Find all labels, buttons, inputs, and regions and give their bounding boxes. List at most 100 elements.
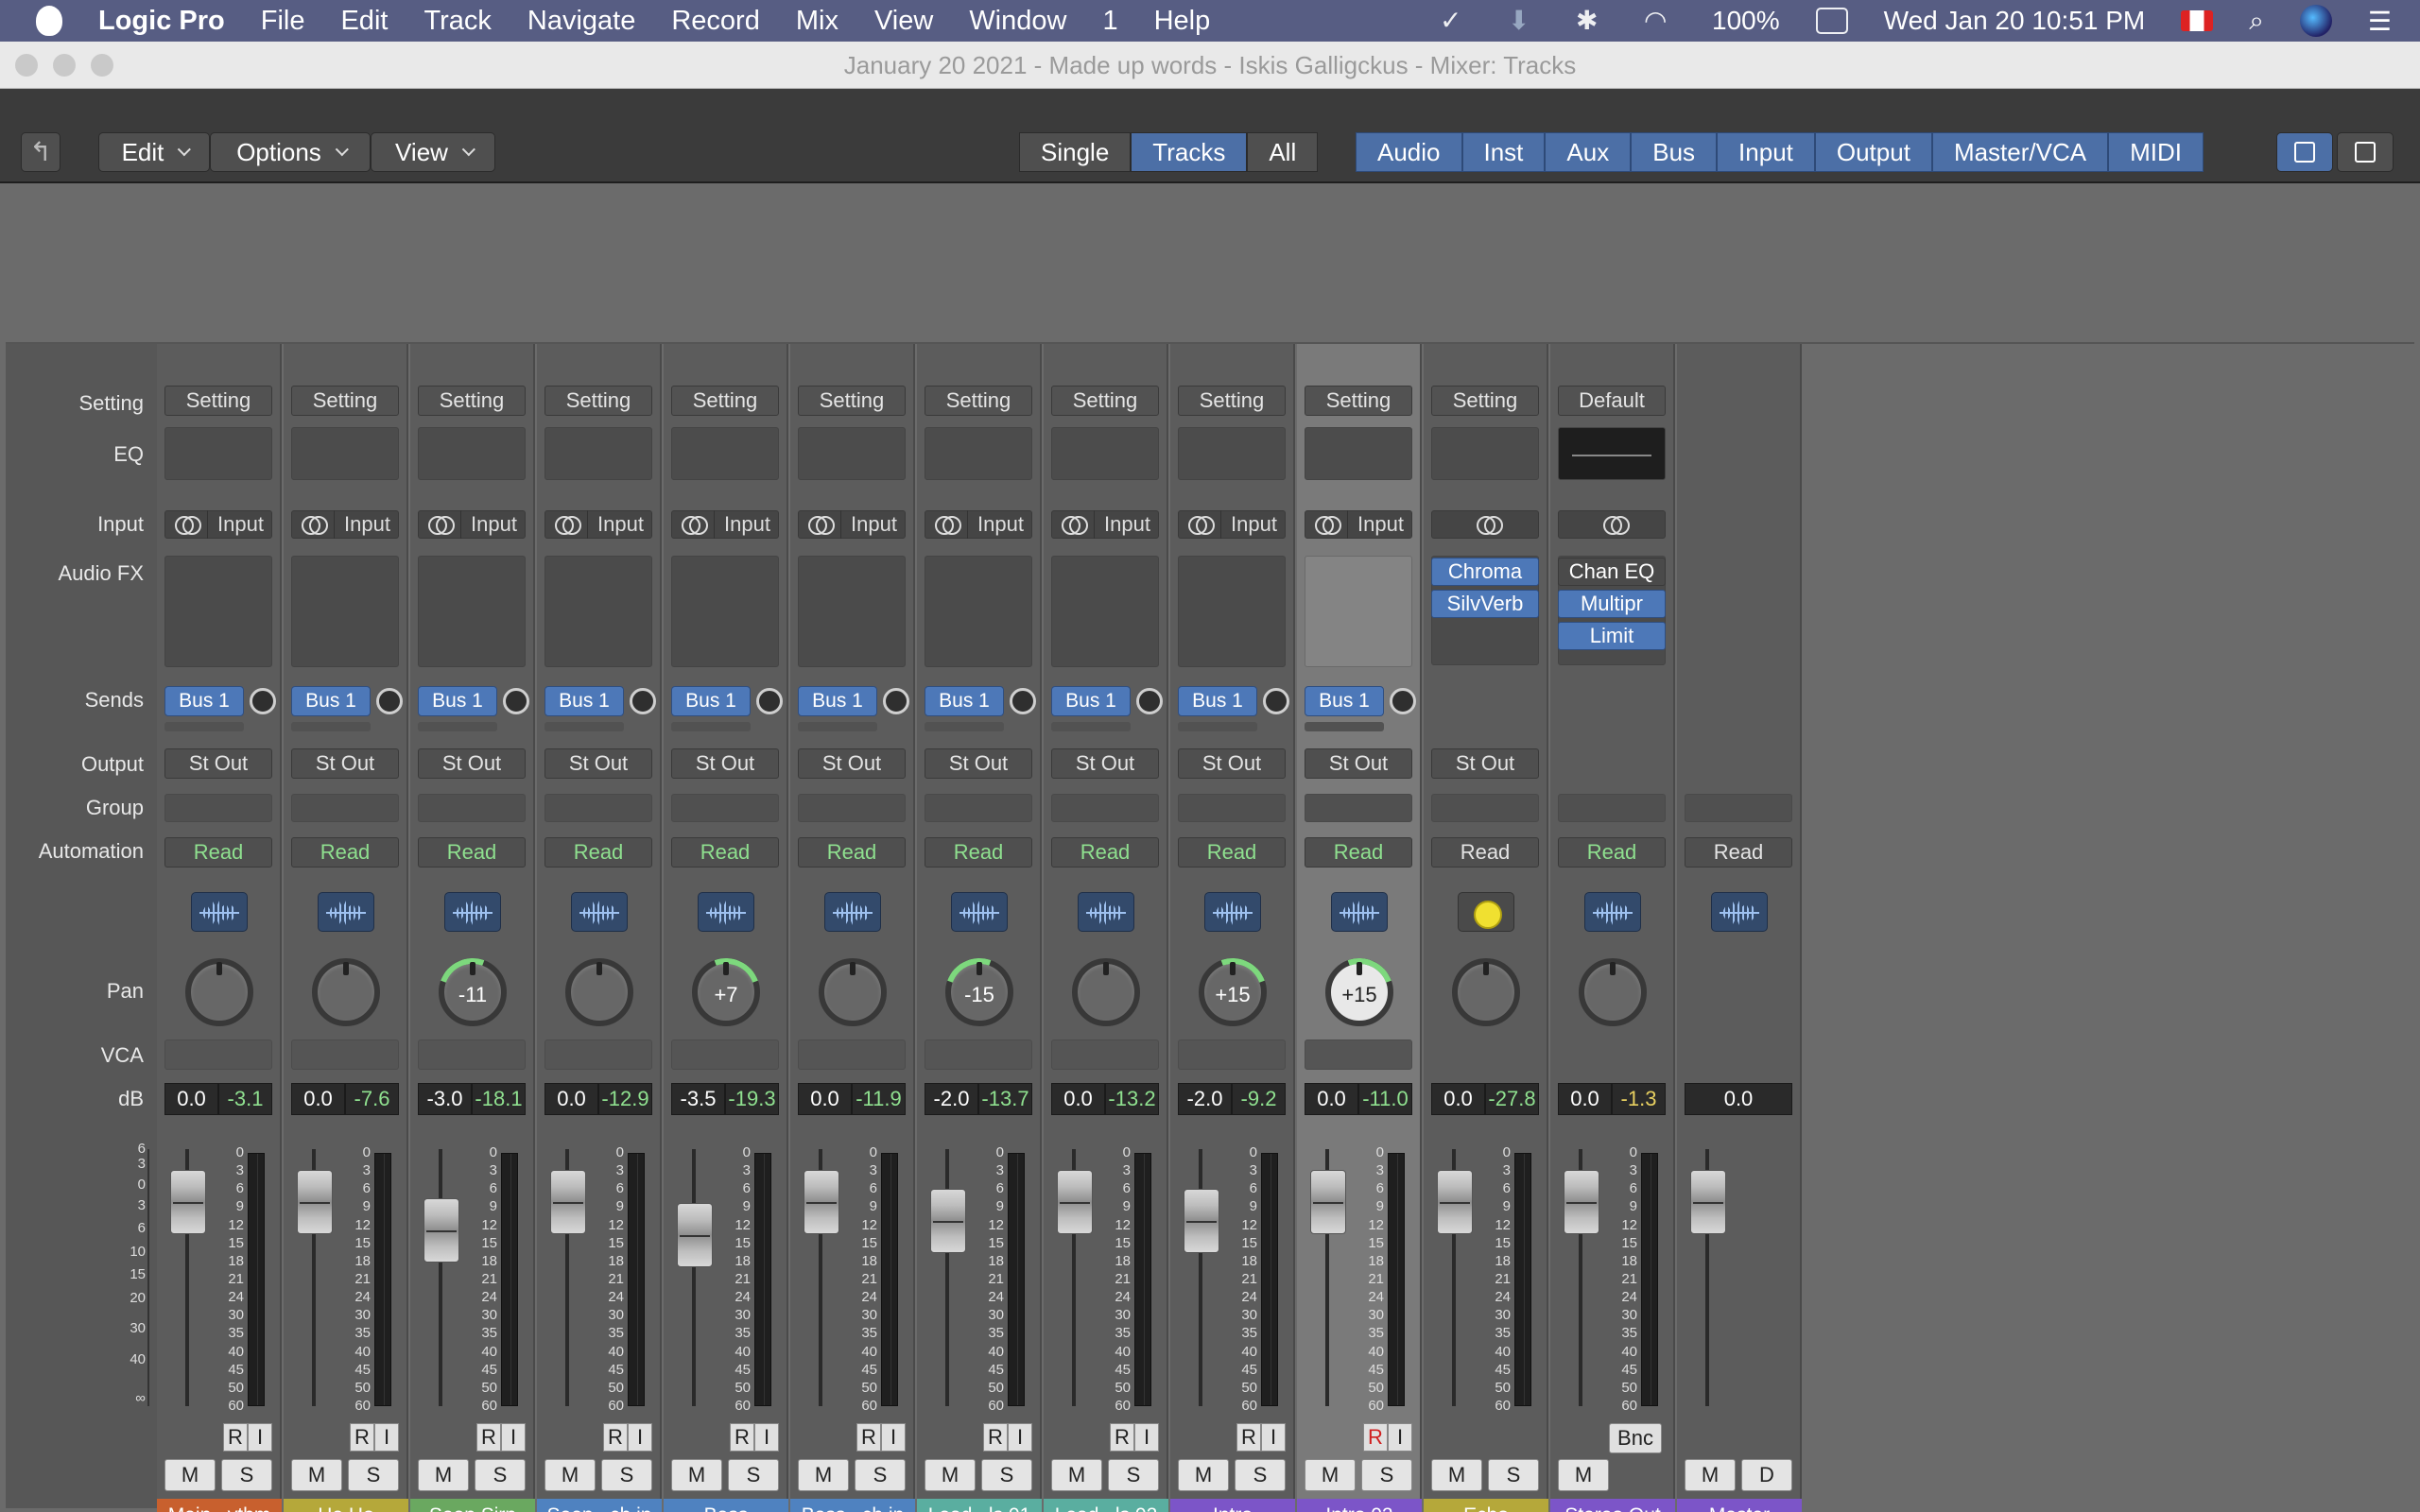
- input-slot[interactable]: Input: [1178, 510, 1286, 539]
- audio-fx-slot[interactable]: [798, 556, 906, 667]
- mute-button[interactable]: M: [291, 1459, 342, 1491]
- waveform-icon[interactable]: [1078, 892, 1134, 932]
- volume-value[interactable]: 0.0: [1305, 1083, 1358, 1115]
- record-enable-button[interactable]: R: [856, 1423, 881, 1452]
- solo-button[interactable]: S: [855, 1459, 906, 1491]
- vca-slot[interactable]: [291, 1040, 399, 1070]
- filter-master-vca[interactable]: Master/VCA: [1931, 132, 2109, 172]
- pan-knob[interactable]: +15: [1187, 947, 1278, 1038]
- eq-display[interactable]: [1431, 427, 1539, 480]
- menu-record[interactable]: Record: [671, 6, 760, 37]
- vca-slot[interactable]: [798, 1040, 906, 1070]
- volume-value[interactable]: -2.0: [1178, 1083, 1232, 1115]
- solo-button[interactable]: S: [221, 1459, 272, 1491]
- peak-value[interactable]: -12.9: [598, 1083, 652, 1115]
- input-monitor-button[interactable]: I: [248, 1423, 272, 1452]
- fader-knob[interactable]: [1437, 1170, 1473, 1234]
- pan-knob[interactable]: -11: [427, 947, 518, 1038]
- eq-display[interactable]: [544, 427, 652, 480]
- setting-button[interactable]: Setting: [164, 386, 272, 416]
- track-name[interactable]: He Ho: [284, 1499, 408, 1512]
- plugin-slot[interactable]: SilvVerb: [1431, 590, 1539, 618]
- tab-tracks[interactable]: Tracks: [1131, 132, 1248, 172]
- input-monitor-button[interactable]: I: [1008, 1423, 1032, 1452]
- output-slot[interactable]: St Out: [798, 748, 906, 779]
- input-slot[interactable]: Input: [671, 510, 779, 539]
- fader-knob[interactable]: [170, 1170, 206, 1234]
- pan-knob[interactable]: [1072, 958, 1140, 1026]
- audio-fx-slot[interactable]: [1305, 556, 1412, 667]
- fader-knob[interactable]: [424, 1198, 459, 1263]
- send-level-knob[interactable]: [756, 688, 783, 714]
- waveform-icon[interactable]: [318, 892, 374, 932]
- download-icon[interactable]: ⬇: [1508, 8, 1540, 34]
- solo-button[interactable]: S: [475, 1459, 526, 1491]
- input-slot[interactable]: [1558, 510, 1666, 539]
- input-monitor-button[interactable]: I: [1134, 1423, 1159, 1452]
- script-icon[interactable]: ✓: [1440, 8, 1472, 34]
- tab-all[interactable]: All: [1247, 132, 1319, 172]
- record-enable-button[interactable]: R: [223, 1423, 248, 1452]
- send-slot[interactable]: Bus 1: [1305, 686, 1384, 716]
- fader-knob[interactable]: [930, 1189, 966, 1253]
- send-level-knob[interactable]: [250, 688, 276, 714]
- vca-slot[interactable]: [1051, 1040, 1159, 1070]
- automation-mode[interactable]: Read: [164, 837, 272, 868]
- peak-value[interactable]: -11.0: [1358, 1083, 1412, 1115]
- group-slot[interactable]: [798, 794, 906, 822]
- peak-value[interactable]: -11.9: [852, 1083, 906, 1115]
- mute-button[interactable]: M: [418, 1459, 469, 1491]
- input-monitor-button[interactable]: I: [1388, 1423, 1412, 1452]
- record-enable-button[interactable]: R: [1110, 1423, 1134, 1452]
- record-enable-button[interactable]: R: [350, 1423, 374, 1452]
- audio-fx-slot[interactable]: [1178, 556, 1286, 667]
- audio-fx-slot[interactable]: [544, 556, 652, 667]
- input-monitor-button[interactable]: I: [754, 1423, 779, 1452]
- track-name[interactable]: Seep...ch in: [537, 1499, 662, 1512]
- eq-display[interactable]: [1178, 427, 1286, 480]
- setting-button[interactable]: Setting: [1431, 386, 1539, 416]
- group-slot[interactable]: [291, 794, 399, 822]
- eq-display[interactable]: [1051, 427, 1159, 480]
- solo-button[interactable]: S: [981, 1459, 1032, 1491]
- track-name[interactable]: Intro 02: [1297, 1499, 1422, 1512]
- solo-button[interactable]: S: [601, 1459, 652, 1491]
- waveform-icon[interactable]: [1204, 892, 1261, 932]
- peak-value[interactable]: -18.1: [472, 1083, 526, 1115]
- send-slot[interactable]: Bus 1: [291, 686, 371, 716]
- audio-fx-slot[interactable]: [164, 556, 272, 667]
- menu-app-name[interactable]: Logic Pro: [98, 6, 225, 37]
- record-enable-button[interactable]: R: [983, 1423, 1008, 1452]
- input-monitor-button[interactable]: I: [501, 1423, 526, 1452]
- eq-display[interactable]: [925, 427, 1032, 480]
- automation-mode[interactable]: Read: [1051, 837, 1159, 868]
- output-slot[interactable]: St Out: [164, 748, 272, 779]
- solo-button[interactable]: S: [348, 1459, 399, 1491]
- send-level-knob[interactable]: [376, 688, 403, 714]
- automation-mode[interactable]: Read: [1558, 837, 1666, 868]
- menu-file[interactable]: File: [261, 6, 305, 37]
- menu-window[interactable]: Window: [969, 6, 1066, 37]
- audio-fx-slot[interactable]: [1051, 556, 1159, 667]
- input-slot[interactable]: Input: [291, 510, 399, 539]
- setting-button[interactable]: Setting: [418, 386, 526, 416]
- track-name[interactable]: Stereo Out: [1550, 1499, 1675, 1512]
- automation-mode[interactable]: Read: [291, 837, 399, 868]
- track-name[interactable]: Intro: [1170, 1499, 1295, 1512]
- menu-clock[interactable]: Wed Jan 20 10:51 PM: [1884, 6, 2146, 36]
- vca-slot[interactable]: [544, 1040, 652, 1070]
- group-slot[interactable]: [1178, 794, 1286, 822]
- track-name[interactable]: Echo: [1424, 1499, 1548, 1512]
- input-slot[interactable]: [1431, 510, 1539, 539]
- pan-knob[interactable]: [1579, 958, 1647, 1026]
- fader-knob[interactable]: [1057, 1170, 1093, 1234]
- output-slot[interactable]: St Out: [1178, 748, 1286, 779]
- filter-midi[interactable]: MIDI: [2108, 132, 2204, 172]
- volume-value[interactable]: 0.0: [1431, 1083, 1485, 1115]
- pan-knob[interactable]: [312, 958, 380, 1026]
- solo-button[interactable]: S: [1108, 1459, 1159, 1491]
- send-level-knob[interactable]: [883, 688, 909, 714]
- siri-icon[interactable]: [2299, 5, 2332, 37]
- track-name[interactable]: Master: [1677, 1499, 1802, 1512]
- eq-display[interactable]: [1305, 427, 1412, 480]
